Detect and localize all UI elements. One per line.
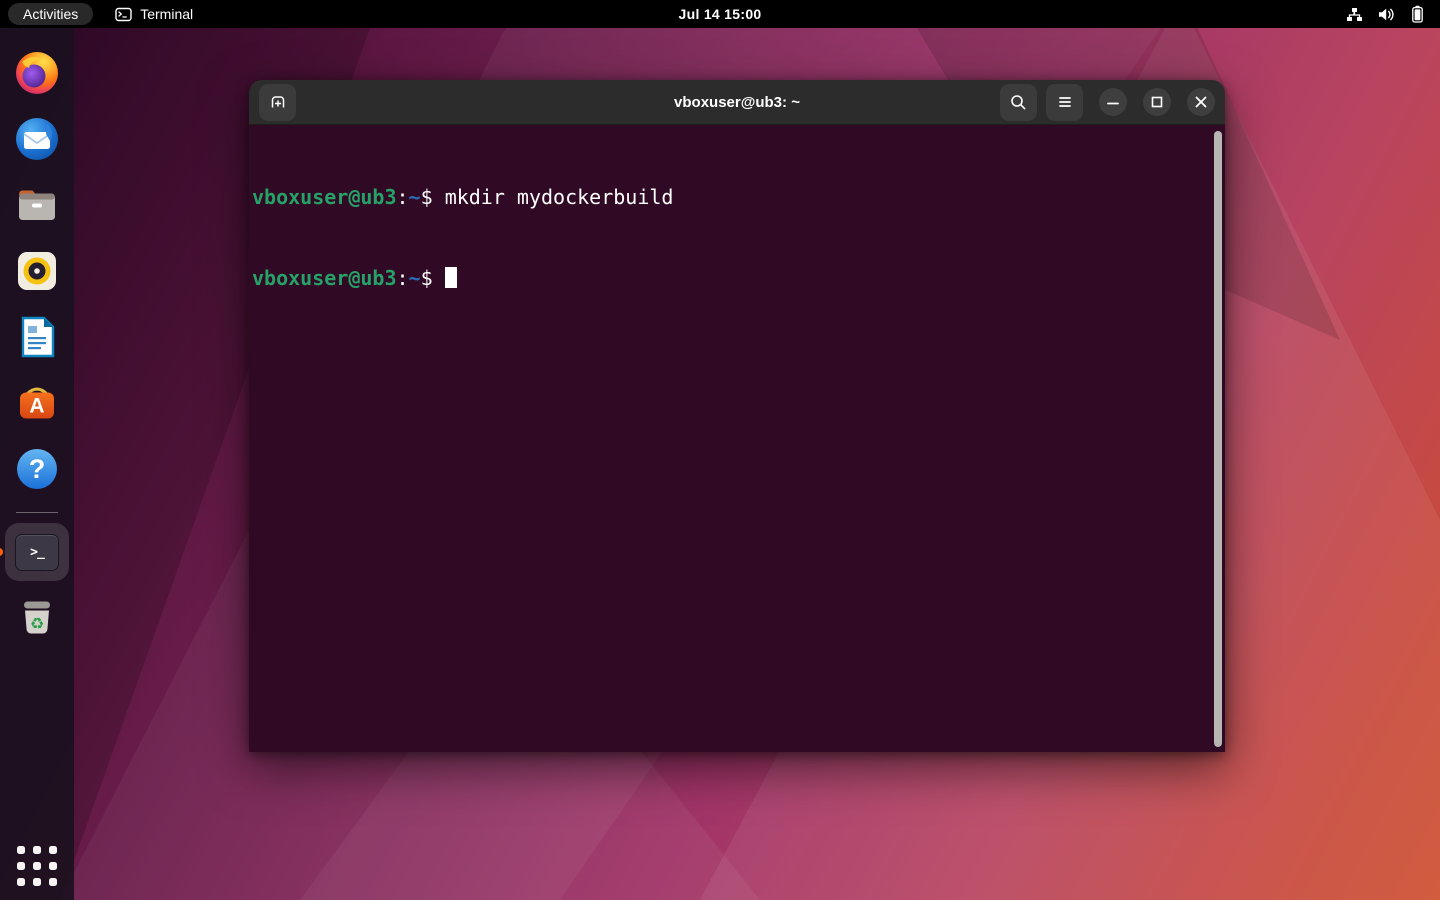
trash-icon: ♻ <box>13 594 61 642</box>
headerbar[interactable]: vboxuser@ub3: ~ <box>249 80 1225 125</box>
prompt-separator: : <box>397 185 409 209</box>
close-button[interactable] <box>1187 88 1215 116</box>
terminal-app-icon <box>115 7 132 22</box>
prompt-separator: : <box>397 266 409 290</box>
terminal-line: vboxuser@ub3:~$ <box>252 265 1211 292</box>
show-applications-button[interactable] <box>17 846 57 886</box>
dock-item-trash[interactable]: ♻ <box>5 589 69 647</box>
clock-button[interactable]: Jul 14 15:00 <box>679 0 762 28</box>
terminal-icon: >_ <box>15 534 59 571</box>
terminal-scrollbar[interactable] <box>1214 131 1222 747</box>
dock-item-help[interactable]: ? <box>5 440 69 498</box>
dock-divider <box>16 512 58 513</box>
volume-icon <box>1378 7 1396 22</box>
search-button[interactable] <box>1000 84 1037 121</box>
dock-item-thunderbird[interactable] <box>5 110 69 168</box>
maximize-button[interactable] <box>1143 88 1171 116</box>
focused-app-menu[interactable]: Terminal <box>115 6 193 22</box>
prompt-symbol: $ <box>421 266 445 290</box>
dock-item-ubuntu-software[interactable]: A <box>5 374 69 432</box>
help-icon: ? <box>13 445 61 493</box>
network-wired-icon <box>1346 7 1363 22</box>
svg-text:♻: ♻ <box>30 614 44 633</box>
system-tray[interactable] <box>1346 5 1440 23</box>
prompt-path: ~ <box>409 266 421 290</box>
minimize-button[interactable] <box>1099 88 1127 116</box>
ubuntu-software-icon: A <box>13 379 61 427</box>
terminal-window: vboxuser@ub3: ~ <box>249 80 1225 752</box>
libreoffice-writer-icon <box>13 313 61 361</box>
dock-item-terminal[interactable]: >_ <box>5 523 69 581</box>
prompt-user-host: vboxuser@ub3 <box>252 185 397 209</box>
firefox-icon <box>13 49 61 97</box>
thunderbird-icon <box>13 115 61 163</box>
prompt-path: ~ <box>409 185 421 209</box>
dock-item-firefox[interactable] <box>5 44 69 102</box>
window-title: vboxuser@ub3: ~ <box>674 94 800 111</box>
svg-text:?: ? <box>29 454 46 484</box>
desktop: Activities Terminal Jul 14 15:00 <box>0 0 1440 900</box>
prompt-symbol: $ <box>421 185 445 209</box>
new-tab-button[interactable] <box>259 84 296 121</box>
terminal-line: vboxuser@ub3:~$ mkdir mydockerbuild <box>252 184 1211 211</box>
dock: A ? >_ <box>0 28 74 900</box>
menu-button[interactable] <box>1046 84 1083 121</box>
dock-item-files[interactable] <box>5 176 69 234</box>
top-bar: Activities Terminal Jul 14 15:00 <box>0 0 1440 28</box>
terminal-cursor <box>445 267 457 288</box>
dock-item-libreoffice-writer[interactable] <box>5 308 69 366</box>
command-text: mkdir mydockerbuild <box>445 185 674 209</box>
battery-icon <box>1411 5 1424 23</box>
focused-app-label: Terminal <box>140 6 193 22</box>
dock-item-rhythmbox[interactable] <box>5 242 69 300</box>
prompt-user-host: vboxuser@ub3 <box>252 266 397 290</box>
terminal-content[interactable]: vboxuser@ub3:~$ mkdir mydockerbuild vbox… <box>249 125 1225 752</box>
files-folder-icon <box>13 181 61 229</box>
svg-text:A: A <box>29 395 44 418</box>
activities-button[interactable]: Activities <box>8 3 93 25</box>
rhythmbox-icon <box>13 247 61 295</box>
